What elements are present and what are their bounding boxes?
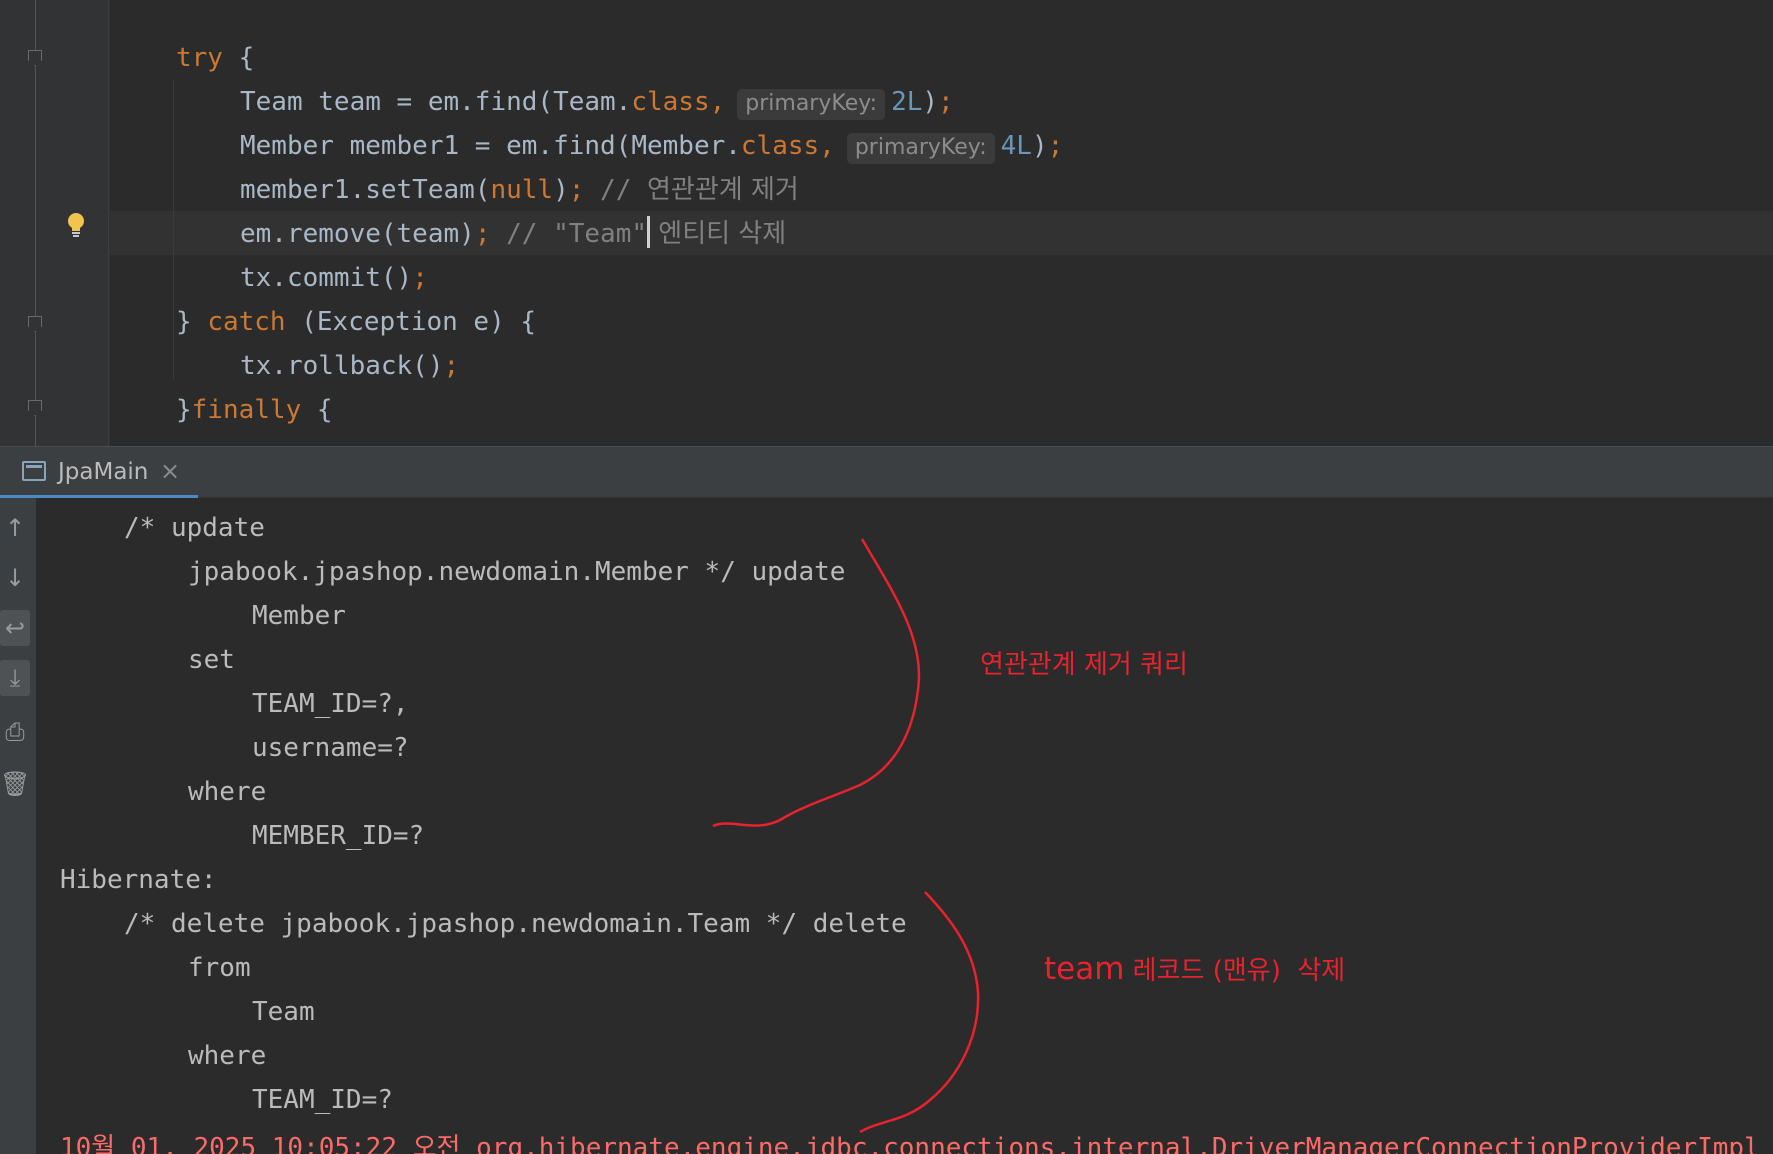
console-line: /* update [124,513,265,543]
code-token: ; [568,175,585,205]
code-token: ) [553,175,569,205]
close-icon[interactable]: × [160,457,180,485]
code-editor[interactable]: try {Team team = em.find(Team.class, prim… [0,0,1773,446]
scroll-to-end-icon[interactable]: ⤓ [0,660,30,696]
trash-icon[interactable]: 🗑 [0,766,30,802]
tab-jpamain[interactable]: JpaMain × [0,447,198,498]
soft-wrap-icon[interactable]: ↩ [0,610,30,646]
indent-guide [173,80,174,380]
code-line[interactable]: } catch (Exception e) { [176,300,536,344]
code-token: ; [1047,131,1064,161]
code-token: ) [1031,131,1048,161]
parameter-hint: primaryKey: [846,133,995,164]
code-token: (Exception e) { [285,307,537,337]
annotation-delete-team: team 레코드 (맨유) 삭제 [1044,950,1345,987]
console-line: TEAM_ID=?, [252,689,409,719]
run-console[interactable]: ↑ ↓ ↩ ⤓ ⎙ 🗑 Hibernate: /* update jpabook.j… [0,498,1773,1154]
code-line[interactable]: member1.setTeam(null); // 연관관계 제거 [240,168,799,212]
code-token: class, [740,131,835,161]
code-token: } [176,307,208,337]
console-line: jpabook.jpashop.newdomain.Member */ upda… [188,557,846,587]
code-token: 엔티티 삭제 [650,219,787,249]
code-line[interactable]: Team team = em.find(Team.class, primaryKe… [240,80,954,124]
error-log-line: 10월 01, 2025 10:05:22 오전 org.hibernate.e… [60,1133,1760,1154]
code-token: ; [412,263,428,293]
code-token: 4L [1000,131,1032,161]
code-line[interactable]: }finally { [176,388,333,432]
code-token: member1.setTeam( [240,175,491,205]
code-token: ) [922,87,939,117]
console-line: where [188,1041,267,1071]
code-token: ; [474,219,491,249]
console-line: Hibernate: [60,865,217,895]
console-line: username=? [252,733,409,763]
code-token: class, [631,87,726,117]
code-token: finally [191,395,302,425]
code-token: 연관관계 제거 [647,175,799,205]
code-token: try [176,43,223,73]
code-line[interactable]: tx.commit(); [240,256,428,300]
run-tool-window-header: JpaMain × [0,446,1773,498]
code-token: Member member1 = em.find(Member. [240,131,741,161]
code-line[interactable]: try { [176,36,254,80]
code-token: { [301,395,333,425]
annotation-team-word: team [1044,951,1125,987]
fold-guide [35,0,36,446]
console-line: from [188,953,251,983]
parameter-hint: primaryKey: [737,89,886,120]
console-line: Hibernate: [60,498,217,506]
annotation-remove-relation: 연관관계 제거 쿼리 [980,650,1188,680]
console-line: set [188,645,235,675]
console-toolbar: ↑ ↓ ↩ ⤓ ⎙ 🗑 [0,498,36,1154]
code-token: em.remove(team) [240,219,475,249]
console-line: /* delete jpabook.jpashop.newdomain.Team… [124,909,907,939]
code-line[interactable]: tx.rollback(); [240,344,459,388]
code-token: catch [207,307,286,337]
gutter-divider [108,0,109,446]
code-token: tx.rollback() [240,351,444,381]
code-line[interactable]: em.remove(team); // "Team" 엔티티 삭제 [240,212,786,256]
console-window-icon [22,461,46,481]
arrow-up-icon[interactable]: ↑ [0,510,30,546]
print-icon[interactable]: ⎙ [0,714,30,750]
code-token: Team team = em.find(Team. [240,87,632,117]
code-token: } [176,395,192,425]
console-line: Member [252,601,346,631]
console-line: TEAM_ID=? [252,1085,393,1115]
code-line[interactable]: Member member1 = em.find(Member.class, pr… [240,124,1063,168]
tab-label: JpaMain [58,459,149,485]
code-token: null [490,175,554,205]
editor-gutter [0,0,110,446]
annotation-delete-text: 레코드 (맨유) 삭제 [1124,956,1346,986]
code-token: { [222,43,255,73]
code-token: ; [938,87,954,117]
console-line: MEMBER_ID=? [252,821,425,851]
lightbulb-icon[interactable] [66,212,86,238]
code-token: tx.commit() [240,263,413,293]
code-token: 2L [891,87,923,117]
code-token: // "Team" [490,219,648,249]
console-line: Team [252,997,315,1027]
code-token: // [584,175,648,205]
console-line: where [188,777,267,807]
arrow-down-icon[interactable]: ↓ [0,560,30,596]
code-token: ; [443,351,460,381]
